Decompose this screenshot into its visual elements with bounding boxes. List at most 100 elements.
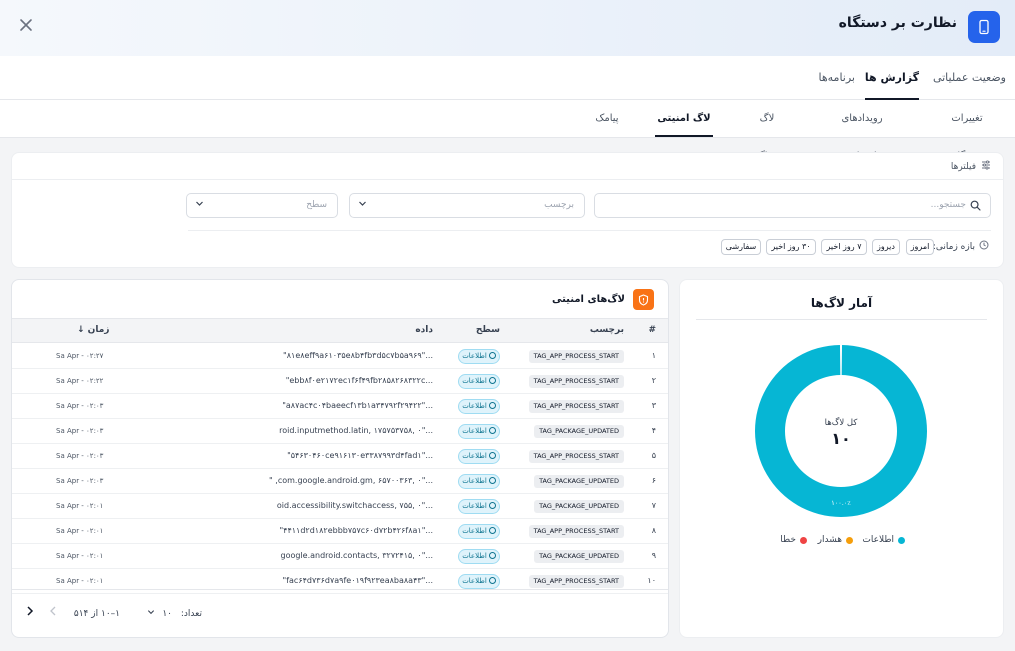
subtab-sms[interactable]: پیامک <box>595 100 619 137</box>
row-tag: TAG_APP_PROCESS_START <box>528 350 624 363</box>
row-time: Sa Apr - ۰۲:۰۱ <box>56 502 104 510</box>
chevron-down-icon <box>147 609 155 619</box>
chip-last-30-days[interactable]: ۳۰ روز اخیر <box>766 239 816 255</box>
row-time: Sa Apr - ۰۲:۰۳ <box>56 477 104 485</box>
table-row[interactable]: ۸ TAG_APP_PROCESS_START اطلاعات "۴۴۱۱d۲d۱۸۲… <box>12 519 668 544</box>
subtab-device-changes[interactable]: تغییرات دستگاه <box>939 100 995 162</box>
info-icon <box>488 552 496 559</box>
level-badge-label: اطلاعات <box>462 402 487 410</box>
row-number: ۴ <box>651 426 656 435</box>
table-row[interactable]: ۴ TAG_PACKAGE_UPDATED اطلاعات roid.inputmet… <box>12 419 668 444</box>
subtab-control-events[interactable]: رویدادهای کنترلی <box>831 100 893 162</box>
table-row[interactable]: ۵ TAG_APP_PROCESS_START اطلاعات "۵۴۶۳۰۴۶۰ce… <box>12 444 668 469</box>
level-badge-label: اطلاعات <box>462 527 487 535</box>
row-data: roid.inputmethod.latin, ۱۷۵۷۵۳۷۵۸, ۰"... <box>279 426 433 435</box>
divider <box>188 230 991 231</box>
table-row[interactable]: ۷ TAG_PACKAGE_UPDATED اطلاعات oid.accessibi… <box>12 494 668 519</box>
chevron-down-icon <box>195 194 204 217</box>
donut-center-label: کل لاگ‌ها <box>825 418 859 428</box>
divider <box>12 179 1003 180</box>
row-data: google.android.contacts, ۳۲۷۲۴۱۵, ۰"... <box>280 551 434 560</box>
sliders-icon <box>981 160 991 173</box>
tag-select[interactable]: برچسب <box>349 193 585 218</box>
row-data: "ebb۸f۰e۲۱۷۲ec۱f۶f۴۹fb۲۸۵۸۲۶۸۳۲۲c... <box>285 376 433 385</box>
search-input[interactable]: جستجو... <box>594 193 991 218</box>
row-number: ۱ <box>651 351 656 360</box>
level-badge: اطلاعات <box>458 399 500 414</box>
legend-dot <box>800 536 807 544</box>
tab-apps[interactable]: برنامه‌ها <box>819 56 856 100</box>
device-monitor-dialog: نظارت بر دستگاه وضعیت عملیاتی گزارش ها ب… <box>0 0 1015 651</box>
row-time: Sa Apr - ۰۲:۰۳ <box>56 452 104 460</box>
legend-dot <box>846 536 853 544</box>
table-row[interactable]: ۱ TAG_APP_PROCESS_START اطلاعات "۸۱e۸eff۹a۶… <box>12 344 668 369</box>
legend-label: هشدار <box>817 535 842 545</box>
chip-custom[interactable]: سفارشی <box>721 239 761 255</box>
row-number: ۲ <box>651 376 656 385</box>
chip-last-7-days[interactable]: ۷ روز اخیر <box>821 239 867 255</box>
chip-yesterday[interactable]: دیروز <box>872 239 900 255</box>
table-header: # برچسب سطح داده زمان ↓ <box>12 318 668 343</box>
time-range: بازه زمانی: <box>933 240 989 253</box>
pagination-range: ۱–۱۰ از ۵۱۴ <box>73 609 120 619</box>
level-badge-label: اطلاعات <box>462 502 487 510</box>
logs-header: لاگ‌های امنیتی <box>552 289 654 310</box>
subtab-security-log[interactable]: لاگ امنیتی <box>655 100 713 137</box>
tab-operational-status[interactable]: وضعیت عملیاتی <box>933 56 1006 100</box>
column-header-time[interactable]: زمان ↓ <box>77 319 110 342</box>
column-header-level[interactable]: سطح <box>476 319 500 342</box>
legend-item-info[interactable]: اطلاعات <box>862 535 905 545</box>
rows-per-page-select[interactable]: ۱۰ <box>147 590 172 637</box>
column-header-number: # <box>648 325 656 335</box>
tab-reports[interactable]: گزارش ها <box>864 56 920 100</box>
dialog-title: نظارت بر دستگاه <box>838 15 957 31</box>
donut-center-value: ۱۰ <box>831 429 851 448</box>
row-number: ۸ <box>651 526 656 535</box>
column-header-tag[interactable]: برچسب <box>590 319 624 342</box>
table-row[interactable]: ۹ TAG_PACKAGE_UPDATED اطلاعات google.androi… <box>12 544 668 569</box>
legend-item-error[interactable]: خطا <box>780 535 807 545</box>
row-tag: TAG_PACKAGE_UPDATED <box>534 475 624 488</box>
row-tag: TAG_APP_PROCESS_START <box>528 400 624 413</box>
slice-percent-label: ۱۰۰.۰٪ <box>831 499 851 507</box>
legend-item-warning[interactable]: هشدار <box>818 535 853 545</box>
level-badge: اطلاعات <box>458 424 500 439</box>
table-row[interactable]: ۲ TAG_APP_PROCESS_START اطلاعات "ebb۸f۰e۲۱۷… <box>12 369 668 394</box>
row-data: "۸۱e۸eff۹a۶۱۰۳۵e۸b۴fb۳d۵c۷b۵a۹۶۹"... <box>283 351 433 360</box>
row-tag: TAG_APP_PROCESS_START <box>528 375 624 388</box>
security-logs-card: لاگ‌های امنیتی # برچسب سطح داده زمان ↓ ۱… <box>11 279 669 638</box>
table-row[interactable]: ۶ TAG_PACKAGE_UPDATED اطلاعات " ,com.google… <box>12 469 668 494</box>
row-tag: TAG_APP_PROCESS_START <box>528 525 624 538</box>
info-icon <box>488 577 496 584</box>
row-number: ۹ <box>651 551 656 560</box>
row-time: Sa Apr - ۰۲:۰۱ <box>56 552 104 560</box>
subtab-debug-log[interactable]: لاگ دیباگ <box>747 100 787 162</box>
main-tabs: وضعیت عملیاتی گزارش ها برنامه‌ها <box>0 56 1015 100</box>
level-badge-label: اطلاعات <box>462 452 487 460</box>
smartphone-icon <box>968 11 1000 43</box>
report-sub-tabs: تغییرات دستگاه رویدادهای کنترلی لاگ دیبا… <box>0 100 1015 162</box>
divider <box>696 319 987 320</box>
column-header-data[interactable]: داده <box>415 319 433 342</box>
level-badge: اطلاعات <box>458 499 500 514</box>
row-number: ۵ <box>651 451 656 460</box>
row-time: Sa Apr - ۰۲:۰۳ <box>56 402 104 410</box>
row-data: oid.accessibility.switchaccess, ۷۵۵, ۰".… <box>276 501 433 510</box>
log-stats-card: آمار لاگ‌ها کل لاگ‌ها ۱۰ ۱۰۰.۰٪ اطلاعات … <box>679 279 1004 638</box>
row-data: "۵۴۶۳۰۴۶۰ce۹۱۶۱۳۰e۳۳۸۷۹۹۳d۴fad۱"... <box>287 451 433 460</box>
chevron-left-icon[interactable] <box>49 590 57 637</box>
row-number: ۳ <box>651 401 656 410</box>
table-pagination: تعداد: ۱۰ ۱–۱۰ از ۵۱۴ <box>12 589 668 637</box>
row-tag: TAG_APP_PROCESS_START <box>528 575 624 588</box>
level-badge-label: اطلاعات <box>462 577 487 585</box>
level-select[interactable]: سطح <box>186 193 338 218</box>
legend-dot <box>898 536 905 544</box>
info-icon <box>488 377 496 384</box>
chip-today[interactable]: امروز <box>906 239 934 255</box>
table-row[interactable]: ۳ TAG_APP_PROCESS_START اطلاعات "a۸۷ac۴c۰۴b… <box>12 394 668 419</box>
close-icon[interactable] <box>16 17 36 37</box>
clock-icon <box>979 240 989 253</box>
row-data: "۴۴۱۱d۲d۱۸۲ebbb۷۵۷c۶۰d۷۲b۴۲۶f۸a۱"... <box>279 526 433 535</box>
level-badge: اطلاعات <box>458 524 500 539</box>
chevron-right-icon[interactable] <box>26 590 34 637</box>
